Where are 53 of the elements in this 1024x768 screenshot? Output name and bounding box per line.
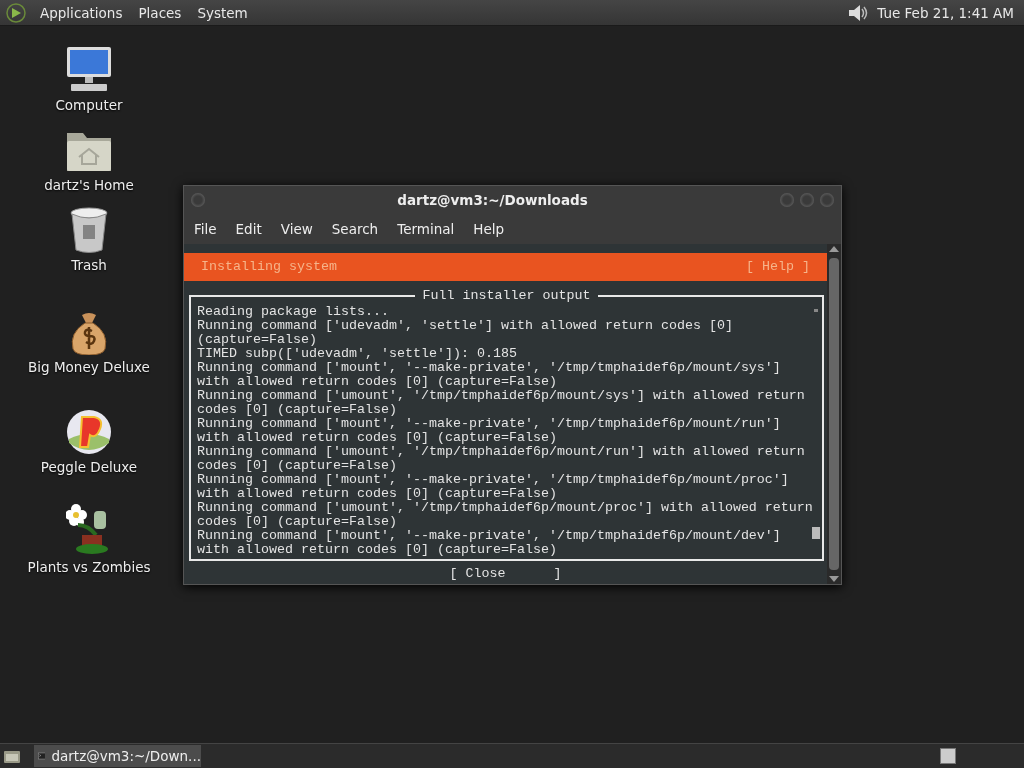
panel-menu[interactable]: Places [130, 4, 190, 21]
log-line: with allowed return codes [0] (capture=False) [197, 431, 557, 445]
terminal-icon [38, 749, 46, 763]
window-menu-button[interactable] [191, 193, 205, 207]
window-title: dartz@vm3:~/Downloads [396, 192, 589, 208]
menu-item[interactable]: Help [465, 221, 513, 237]
log-line: Running command ['umount', '/tmp/tmphaidef6p/mount/sys'] with allowed return [197, 389, 805, 403]
show-desktop-icon[interactable] [4, 749, 20, 763]
minimize-button[interactable] [780, 193, 794, 207]
desktop-icon-label[interactable]: Computer [55, 97, 123, 113]
log-line: with allowed return codes [0] (capture=False) [197, 543, 557, 557]
computer-icon [65, 45, 113, 93]
log-line: codes [0] (capture=False) [197, 403, 397, 417]
menu-logo-icon[interactable] [6, 2, 26, 23]
menu-item[interactable]: Edit [227, 221, 270, 237]
frame-title: Full installer output [414, 289, 599, 303]
menu-item[interactable]: Search [323, 221, 387, 237]
maximize-button[interactable] [800, 193, 814, 207]
log-line: Running command ['mount', '--make-private', '/tmp/tmphaidef6p/mount/proc'] [197, 473, 789, 487]
workspace-switcher[interactable] [940, 748, 956, 764]
menu-item[interactable]: File [186, 221, 225, 237]
panel-menu[interactable]: Applications [32, 4, 131, 21]
desktop-icon-label[interactable]: Peggle Deluxe [40, 459, 138, 475]
desktop-icon-label[interactable]: Big Money Deluxe [28, 359, 150, 375]
log-line: Running command ['udevadm', 'settle'] with allowed return codes [0] [197, 319, 733, 333]
close-button[interactable] [820, 193, 834, 207]
log-line: with allowed return codes [0] (capture=False) [197, 487, 557, 501]
log-line: TIMED subp(['udevadm', 'settle']): 0.185 [197, 347, 517, 361]
log-line: codes [0] (capture=False) [197, 515, 397, 529]
panel-menu[interactable]: System [189, 4, 256, 21]
menu-item[interactable]: View [272, 221, 321, 237]
desktop-icon-label[interactable]: Trash [71, 257, 107, 273]
log-line: Reading package lists... [197, 305, 389, 319]
menu-item[interactable]: Terminal [389, 221, 463, 237]
log-line: with allowed return codes [0] (capture=False) [197, 375, 557, 389]
desktop-icon-label[interactable]: Plants vs Zombies [27, 559, 151, 575]
money-bag-icon [69, 311, 109, 355]
log-line: Running command ['mount', '--make-private', '/tmp/tmphaidef6p/mount/dev'] [197, 529, 781, 543]
log-line: Running command ['umount', '/tmp/tmphaidef6p/mount/run'] with allowed return [197, 445, 805, 459]
clock[interactable]: Tue Feb 21, 1:41 AM [869, 4, 1024, 21]
close-dialog-button[interactable]: [ Close ] [184, 567, 827, 581]
log-line: Running command ['umount', '/tmp/tmphaidef6p/mount/proc'] with allowed return [197, 501, 813, 515]
header-title: Installing system [201, 260, 337, 274]
log-line: Running command ['mount', '--make-private', '/tmp/tmphaidef6p/mount/run'] [197, 417, 781, 431]
taskbar-button[interactable]: dartz@vm3:~/Down... [34, 745, 201, 767]
scroll-thumb[interactable] [812, 527, 820, 539]
log-line: (capture=False) [197, 333, 317, 347]
log-line: codes [0] (capture=False) [197, 459, 397, 473]
log-line: Running command ['mount', '--make-private', '/tmp/tmphaidef6p/mount/sys'] [197, 361, 781, 375]
peggle-ball-icon [66, 409, 112, 455]
trash-icon [69, 207, 109, 253]
scroll-up-icon [814, 309, 818, 312]
desktop-icon-label[interactable]: dartz's Home [44, 177, 134, 193]
